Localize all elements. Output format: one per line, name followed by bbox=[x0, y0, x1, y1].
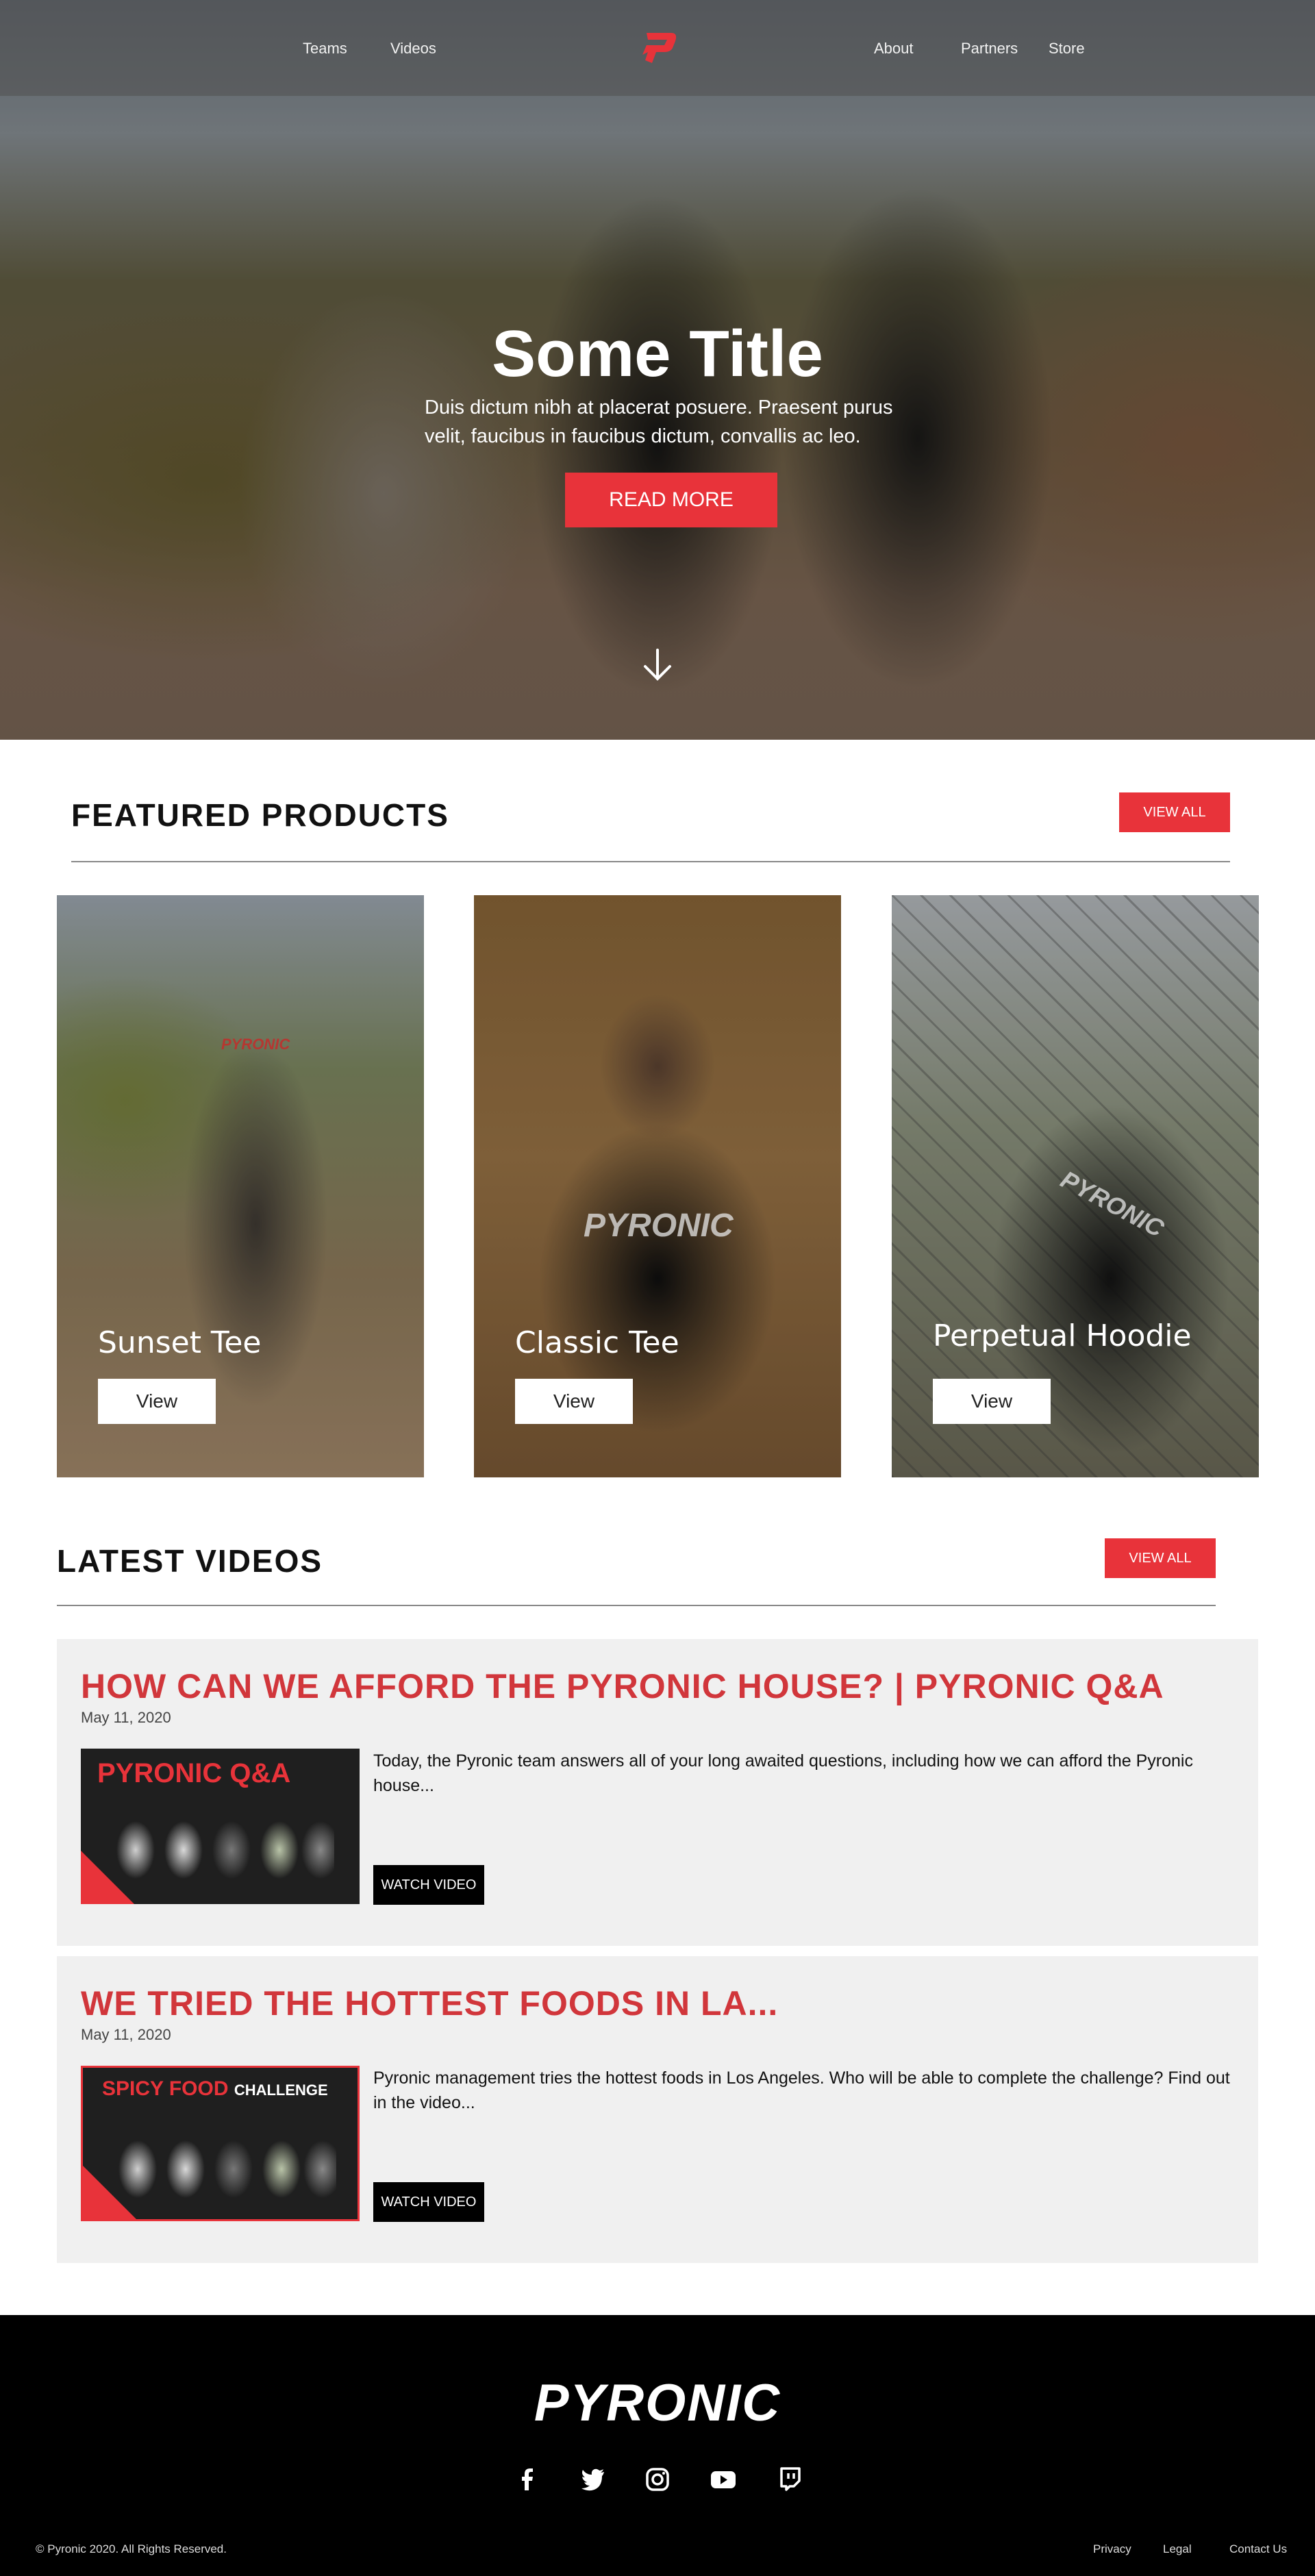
video-date: May 11, 2020 bbox=[81, 2026, 171, 2043]
product-card-sunset-tee[interactable]: PYRONIC Sunset Tee View bbox=[57, 895, 424, 1477]
thumbnail-people bbox=[110, 2128, 336, 2210]
pyronic-corner-icon bbox=[83, 2166, 136, 2219]
video-thumbnail[interactable]: SPICY FOOD CHALLENGE bbox=[81, 2066, 360, 2221]
video-card: HOW CAN WE AFFORD THE PYRONIC HOUSE? | P… bbox=[57, 1639, 1258, 1946]
nav-link-store[interactable]: Store bbox=[1049, 40, 1085, 58]
product-print: PYRONIC bbox=[584, 1208, 734, 1244]
footer-link-privacy[interactable]: Privacy bbox=[1093, 2542, 1131, 2556]
nav-link-partners[interactable]: Partners bbox=[961, 40, 1018, 58]
youtube-icon[interactable] bbox=[710, 2466, 737, 2493]
thumbnail-text-main: SPICY FOOD bbox=[102, 2077, 229, 2100]
watch-video-button[interactable]: WATCH VIDEO bbox=[373, 1865, 484, 1905]
product-card-perpetual-hoodie[interactable]: PYRONIC Perpetual Hoodie View bbox=[892, 895, 1259, 1477]
read-more-button[interactable]: READ MORE bbox=[565, 473, 777, 527]
view-product-button[interactable]: View bbox=[933, 1379, 1051, 1424]
video-card: WE TRIED THE HOTTEST FOODS IN LA... May … bbox=[57, 1956, 1258, 2263]
product-name: Sunset Tee bbox=[98, 1325, 262, 1360]
latest-videos-heading: LATEST VIDEOS bbox=[57, 1543, 323, 1579]
product-print: PYRONIC bbox=[221, 1036, 290, 1053]
video-title[interactable]: HOW CAN WE AFFORD THE PYRONIC HOUSE? | P… bbox=[81, 1666, 1164, 1706]
nav-link-teams[interactable]: Teams bbox=[303, 40, 347, 58]
thumbnail-people bbox=[108, 1809, 334, 1891]
facebook-icon[interactable] bbox=[514, 2466, 541, 2493]
view-product-button[interactable]: View bbox=[515, 1379, 633, 1424]
video-description: Pyronic management tries the hottest foo… bbox=[373, 2068, 1230, 2112]
arrow-down-icon[interactable] bbox=[640, 647, 675, 683]
footer-link-contact[interactable]: Contact Us bbox=[1229, 2542, 1287, 2556]
watch-video-button[interactable]: WATCH VIDEO bbox=[373, 2182, 484, 2222]
view-all-videos-button[interactable]: VIEW ALL bbox=[1105, 1538, 1216, 1578]
top-navbar: Teams Videos About Partners Store bbox=[0, 0, 1315, 96]
product-card-classic-tee[interactable]: PYRONIC Classic Tee View bbox=[474, 895, 841, 1477]
hero-title: Some Title bbox=[492, 317, 823, 390]
footer-logo[interactable]: PYRONIC bbox=[0, 2373, 1315, 2433]
featured-products-heading: FEATURED PRODUCTS bbox=[71, 797, 449, 833]
product-name: Perpetual Hoodie bbox=[933, 1318, 1192, 1353]
section-divider bbox=[71, 861, 1230, 862]
product-name: Classic Tee bbox=[515, 1325, 679, 1360]
video-description: Today, the Pyronic team answers all of y… bbox=[373, 1751, 1193, 1795]
view-all-products-button[interactable]: VIEW ALL bbox=[1119, 792, 1230, 832]
section-divider bbox=[57, 1605, 1216, 1606]
pyronic-corner-icon bbox=[81, 1851, 134, 1904]
view-product-button[interactable]: View bbox=[98, 1379, 216, 1424]
video-title[interactable]: WE TRIED THE HOTTEST FOODS IN LA... bbox=[81, 1984, 778, 2023]
video-date: May 11, 2020 bbox=[81, 1709, 171, 1726]
thumbnail-text: SPICY FOOD CHALLENGE bbox=[102, 2077, 328, 2101]
nav-link-about[interactable]: About bbox=[874, 40, 914, 58]
video-thumbnail[interactable]: PYRONIC Q&A bbox=[81, 1749, 360, 1904]
hero-subtitle: Duis dictum nibh at placerat posuere. Pr… bbox=[425, 397, 893, 447]
nav-link-videos[interactable]: Videos bbox=[390, 40, 436, 58]
twitch-icon[interactable] bbox=[776, 2466, 803, 2493]
pyronic-logo-icon[interactable] bbox=[633, 27, 682, 68]
copyright-text: © Pyronic 2020. All Rights Reserved. bbox=[36, 2542, 227, 2555]
twitter-icon[interactable] bbox=[579, 2466, 607, 2493]
thumbnail-text: PYRONIC Q&A bbox=[97, 1758, 291, 1788]
hero-section: Teams Videos About Partners Store Some T… bbox=[0, 0, 1315, 740]
thumbnail-text-secondary: CHALLENGE bbox=[234, 2081, 328, 2099]
instagram-icon[interactable] bbox=[644, 2466, 671, 2493]
footer: PYRONIC © Pyronic 2020. All Rights Reser… bbox=[0, 2315, 1315, 2576]
footer-link-legal[interactable]: Legal bbox=[1163, 2542, 1192, 2556]
